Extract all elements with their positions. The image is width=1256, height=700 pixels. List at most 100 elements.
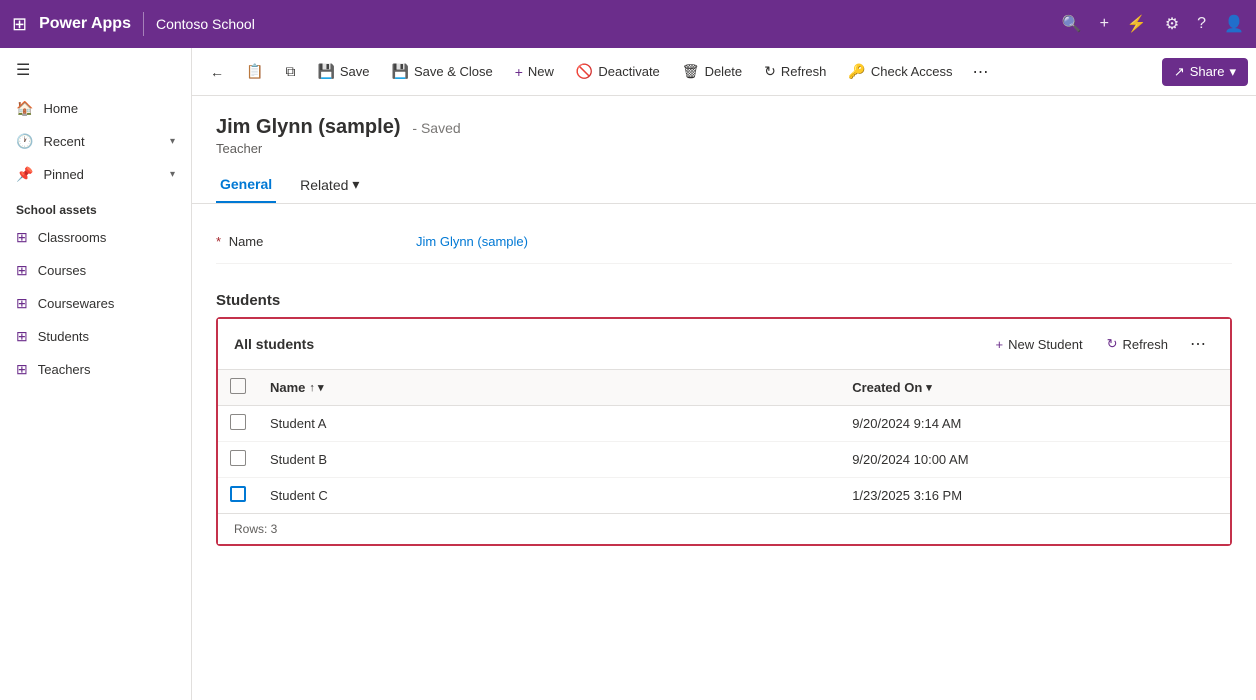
row-checkbox-cell [218, 442, 258, 478]
save-icon: 💾 [317, 63, 334, 80]
recent-arrow: ▾ [170, 136, 175, 147]
subgrid-refresh-button[interactable]: ↻ Refresh [1097, 331, 1178, 357]
new-button[interactable]: + New [505, 58, 564, 86]
row-checkbox-student-a[interactable] [230, 414, 246, 430]
app-name: Contoso School [156, 16, 255, 32]
new-student-icon: + [996, 337, 1004, 352]
share-label: Share [1190, 64, 1225, 79]
select-all-checkbox[interactable] [230, 378, 246, 394]
subgrid-refresh-label: Refresh [1122, 337, 1168, 352]
sidebar-item-students[interactable]: ⊞ Students [0, 320, 191, 353]
table-row: Student A9/20/2024 9:14 AM [218, 406, 1230, 442]
save-label: Save [340, 64, 370, 79]
filter-icon[interactable]: ⚡ [1127, 14, 1147, 34]
record-header: Jim Glynn (sample) - Saved Teacher [192, 96, 1256, 156]
sidebar-item-courses[interactable]: ⊞ Courses [0, 254, 191, 287]
name-label: * Name [216, 234, 416, 249]
subgrid-header-actions: + New Student ↻ Refresh ⋯ [986, 329, 1214, 359]
subgrid-title: All students [234, 336, 314, 352]
sidebar-item-coursewares[interactable]: ⊞ Coursewares [0, 287, 191, 320]
refresh-icon: ↻ [764, 63, 776, 80]
notes-icon: 📋 [246, 63, 263, 80]
main-content: ← 📋 ⧉ 💾 Save 💾 Save & Close + New 🚫 [192, 48, 1256, 700]
sidebar-teachers-label: Teachers [38, 362, 91, 377]
deactivate-button[interactable]: 🚫 Deactivate [566, 57, 670, 86]
teachers-icon: ⊞ [16, 361, 28, 378]
save-close-button[interactable]: 💾 Save & Close [382, 57, 503, 86]
pinned-arrow: ▾ [170, 169, 175, 180]
students-table: Name ↑ ▾ Created On ▾ [218, 370, 1230, 513]
name-sort-icon: ↑ ▾ [309, 381, 323, 394]
sidebar-item-teachers[interactable]: ⊞ Teachers [0, 353, 191, 386]
name-required: * [216, 234, 221, 249]
sidebar-students-label: Students [38, 329, 89, 344]
students-icon: ⊞ [16, 328, 28, 345]
check-access-label: Check Access [871, 64, 953, 79]
share-button[interactable]: ↗ Share ▾ [1162, 58, 1248, 86]
pinned-icon: 📌 [16, 166, 33, 183]
row-checkbox-student-b[interactable] [230, 450, 246, 466]
table-row: Student C1/23/2025 3:16 PM [218, 478, 1230, 514]
record-saved-status: - Saved [412, 120, 460, 136]
delete-button[interactable]: 🗑 Delete [672, 57, 752, 86]
table-row: Student B9/20/2024 10:00 AM [218, 442, 1230, 478]
subgrid-footer: Rows: 3 [218, 513, 1230, 544]
record-title: Jim Glynn (sample) [216, 116, 401, 138]
add-icon[interactable]: + [1100, 15, 1109, 33]
name-column-header[interactable]: Name ↑ ▾ [258, 370, 840, 406]
sidebar-item-pinned[interactable]: 📌 Pinned ▾ [0, 158, 191, 191]
sidebar-coursewares-label: Coursewares [38, 296, 115, 311]
share-arrow: ▾ [1229, 64, 1236, 80]
save-button[interactable]: 💾 Save [307, 57, 379, 86]
check-access-button[interactable]: 🔑 Check Access [838, 57, 962, 86]
tab-general[interactable]: General [216, 168, 276, 203]
select-all-header [218, 370, 258, 406]
tabs-bar: General Related ▾ [192, 156, 1256, 204]
settings-icon[interactable]: ⚙ [1165, 14, 1179, 34]
home-icon: 🏠 [16, 100, 33, 117]
sidebar-item-recent[interactable]: 🕐 Recent ▾ [0, 125, 191, 158]
new-label: New [528, 64, 554, 79]
refresh-button[interactable]: ↻ Refresh [754, 57, 836, 86]
top-nav-icons: 🔍 + ⚡ ⚙ ? 👤 [1062, 14, 1244, 34]
row-name-student-a[interactable]: Student A [258, 406, 840, 442]
table-header-row: Name ↑ ▾ Created On ▾ [218, 370, 1230, 406]
tab-related-arrow: ▾ [352, 176, 359, 193]
tab-related-label: Related [300, 177, 348, 193]
row-name-student-c[interactable]: Student C [258, 478, 840, 514]
toolbar-more-button[interactable]: ⋯ [965, 56, 997, 88]
top-nav: ⊞ Power Apps Contoso School 🔍 + ⚡ ⚙ ? 👤 [0, 0, 1256, 48]
waffle-icon[interactable]: ⊞ [12, 14, 27, 35]
back-button[interactable]: ← [200, 58, 234, 86]
subgrid-more-button[interactable]: ⋯ [1182, 329, 1214, 359]
help-icon[interactable]: ? [1197, 15, 1206, 33]
back-icon: ← [210, 64, 224, 80]
sidebar-home-label: Home [43, 101, 78, 116]
row-checkbox-student-c[interactable] [230, 486, 246, 502]
tab-related[interactable]: Related ▾ [296, 168, 363, 203]
avatar[interactable]: 👤 [1224, 14, 1244, 34]
new-window-icon: ⧉ [285, 63, 295, 80]
share-icon: ↗ [1174, 64, 1185, 80]
row-checkbox-cell [218, 478, 258, 514]
sidebar-classrooms-label: Classrooms [38, 230, 107, 245]
refresh-label: Refresh [781, 64, 827, 79]
new-window-button[interactable]: ⧉ [275, 57, 305, 86]
sidebar-item-home[interactable]: 🏠 Home [0, 92, 191, 125]
sidebar-section-title: School assets [0, 191, 191, 221]
sidebar-item-classrooms[interactable]: ⊞ Classrooms [0, 221, 191, 254]
new-student-label: New Student [1008, 337, 1082, 352]
notes-button[interactable]: 📋 [236, 57, 273, 86]
save-close-icon: 💾 [392, 63, 409, 80]
name-value[interactable]: Jim Glynn (sample) [416, 234, 528, 249]
created-on-column-header[interactable]: Created On ▾ [840, 370, 1230, 406]
form-section: * Name Jim Glynn (sample) [192, 204, 1256, 280]
hamburger-button[interactable]: ☰ [0, 48, 191, 92]
new-student-button[interactable]: + New Student [986, 332, 1093, 357]
name-col-label: Name [270, 380, 305, 395]
search-icon[interactable]: 🔍 [1062, 14, 1082, 34]
row-name-student-b[interactable]: Student B [258, 442, 840, 478]
created-col-label: Created On [852, 380, 922, 395]
row-created-student-c: 1/23/2025 3:16 PM [840, 478, 1230, 514]
sidebar-courses-label: Courses [38, 263, 86, 278]
